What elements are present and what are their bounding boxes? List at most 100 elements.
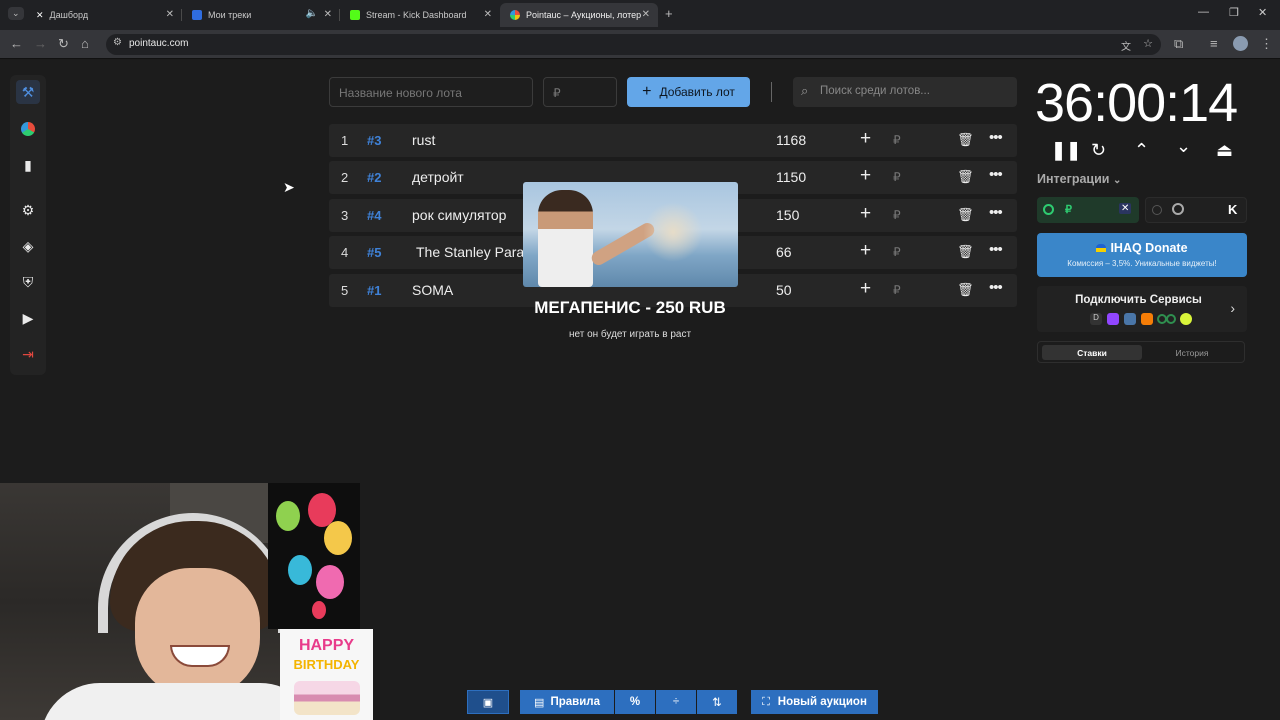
integrations-toggle[interactable]: Интеграции ⌄	[1037, 172, 1121, 186]
tab-dashboard[interactable]: ✕ Дашборд ✕	[26, 3, 182, 27]
timer-double-up-icon[interactable]: ⏏	[1216, 140, 1233, 161]
layers-icon[interactable]: ◈	[16, 234, 40, 258]
home-icon[interactable]: ⌂	[81, 36, 89, 51]
add-amount-icon[interactable]: +	[860, 165, 871, 187]
speaker-icon[interactable]: 🔈	[306, 8, 318, 19]
statistics-chart-icon[interactable]: ▮	[16, 153, 40, 177]
video-play-icon[interactable]: ▶	[16, 306, 40, 330]
tab-search-icon[interactable]: ⌄	[8, 7, 24, 20]
lot-price-input[interactable]: ₽	[543, 77, 617, 107]
close-icon[interactable]: ✕	[484, 9, 492, 20]
close-icon[interactable]: ✕	[324, 9, 332, 20]
lot-amount: 1168	[776, 132, 807, 148]
chevron-down-icon: ⌄	[1112, 175, 1122, 186]
menu-kebab-icon[interactable]: ⋮	[1260, 36, 1273, 52]
settings-gear-icon[interactable]: ⚙	[16, 198, 40, 222]
save-icon: ▣	[482, 696, 494, 709]
close-window-icon[interactable]: ✕	[1258, 6, 1267, 19]
add-amount-icon[interactable]: +	[860, 128, 871, 150]
percent-button[interactable]: %	[615, 690, 655, 714]
tab-pointauc[interactable]: Pointauc – Аукционы, лотерея ✕	[500, 3, 658, 27]
delete-trash-icon[interactable]: 🗑	[957, 244, 974, 260]
sort-button[interactable]: ⇅	[697, 690, 737, 714]
auction-gavel-icon[interactable]: ⚒	[16, 80, 40, 104]
split-button[interactable]: ÷	[656, 690, 696, 714]
pause-icon[interactable]: ❚❚	[1051, 140, 1081, 161]
save-button[interactable]: ▣	[467, 690, 509, 714]
lot-search-input[interactable]: ⌕ Поиск среди лотов...	[793, 77, 1017, 107]
more-options-icon[interactable]: •••	[989, 204, 1003, 221]
connect-services-card[interactable]: Подключить Сервисы D ›	[1037, 286, 1247, 332]
shield-check-icon[interactable]: ⛨	[16, 270, 40, 294]
more-options-icon[interactable]: •••	[989, 129, 1003, 146]
lot-amount-input[interactable]: ₽	[893, 245, 901, 259]
lot-name[interactable]: rust	[412, 132, 435, 148]
delete-trash-icon[interactable]: 🗑	[957, 207, 974, 223]
delete-trash-icon[interactable]: 🗑	[957, 132, 974, 148]
x-logo-icon[interactable]: ✕	[1119, 203, 1132, 214]
lot-amount-input[interactable]: ₽	[893, 170, 901, 184]
lot-name[interactable]: SOMA	[412, 282, 453, 298]
lot-name[interactable]: рок симулятор	[412, 207, 506, 223]
more-options-icon[interactable]: •••	[989, 241, 1003, 258]
new-tab-icon[interactable]: +	[665, 6, 673, 21]
ihaq-title: IHAQ Donate	[1037, 241, 1247, 255]
forward-icon[interactable]: →	[34, 36, 47, 51]
profile-avatar-icon[interactable]	[1233, 36, 1248, 51]
close-icon[interactable]: ✕	[166, 9, 174, 20]
address-bar[interactable]: ⚙ pointauc.com 文 ☆	[106, 34, 1161, 55]
reset-timer-icon[interactable]: ↻	[1091, 140, 1106, 161]
logout-icon[interactable]: ⇥	[16, 342, 40, 366]
extensions-icon[interactable]: ⧉	[1174, 36, 1183, 52]
kick-logo-icon[interactable]: K	[1228, 202, 1237, 217]
media-controls-icon[interactable]: ≡	[1210, 36, 1218, 51]
lot-name[interactable]: The Stanley Para	[416, 244, 524, 260]
search-icon: ⌕	[801, 83, 809, 98]
lot-amount: 150	[776, 207, 800, 223]
bookmark-star-icon[interactable]: ☆	[1143, 37, 1153, 50]
add-lot-button[interactable]: + Добавить лот	[627, 77, 750, 107]
lot-amount: 66	[776, 244, 792, 260]
timer-up-icon[interactable]: ⌃	[1134, 140, 1149, 161]
vk-icon	[1124, 313, 1136, 325]
donatello-icon	[1180, 313, 1192, 325]
lot-id: #5	[367, 245, 382, 260]
more-options-icon[interactable]: •••	[989, 279, 1003, 296]
minimize-icon[interactable]: —	[1198, 6, 1209, 18]
lot-amount-input[interactable]: ₽	[893, 283, 901, 297]
shirt	[40, 683, 320, 720]
lot-amount-input[interactable]: ₽	[893, 133, 901, 147]
ihaq-donate-banner[interactable]: IHAQ Donate Комиссия – 3,5%. Уникальные …	[1037, 233, 1247, 277]
wheel-pie-icon[interactable]	[16, 117, 40, 141]
tab-history[interactable]: История	[1142, 345, 1242, 360]
more-options-icon[interactable]: •••	[989, 166, 1003, 183]
reload-icon[interactable]: ↻	[58, 36, 69, 52]
close-icon[interactable]: ✕	[642, 9, 650, 20]
connect-services-title: Подключить Сервисы	[1075, 294, 1202, 306]
new-lot-name-input[interactable]: Название нового лота	[329, 77, 533, 107]
cake	[294, 681, 360, 715]
tab-kick-dashboard[interactable]: Stream - Kick Dashboard ✕	[340, 3, 500, 27]
back-icon[interactable]: ←	[10, 36, 23, 51]
integration-secondary[interactable]: K	[1145, 197, 1247, 223]
add-amount-icon[interactable]: +	[860, 240, 871, 262]
delete-trash-icon[interactable]: 🗑	[957, 282, 974, 298]
maximize-icon[interactable]: ❐	[1229, 6, 1239, 19]
tab-bets[interactable]: Ставки	[1042, 345, 1142, 360]
rules-button[interactable]: ▤ Правила	[520, 690, 614, 714]
tab-title: Stream - Kick Dashboard	[366, 10, 467, 20]
site-info-icon[interactable]: ⚙	[113, 37, 122, 48]
tab-my-tracks[interactable]: Мои треки 🔈 ✕	[182, 3, 340, 27]
bets-history-tabs: Ставки История	[1037, 341, 1245, 363]
ihaq-subtitle: Комиссия – 3,5%. Уникальные виджеты!	[1067, 259, 1217, 268]
lot-amount-input[interactable]: ₽	[893, 208, 901, 222]
balloons-area	[268, 483, 360, 629]
add-amount-icon[interactable]: +	[860, 278, 871, 300]
translate-icon[interactable]: 文	[1121, 38, 1131, 53]
add-amount-icon[interactable]: +	[860, 203, 871, 225]
integration-donationalerts[interactable]: ₽ ✕	[1037, 197, 1139, 223]
lot-name[interactable]: детройт	[412, 169, 464, 185]
timer-down-icon[interactable]: ⌄	[1176, 136, 1191, 157]
new-auction-button[interactable]: ⛶ Новый аукцион	[751, 690, 878, 714]
delete-trash-icon[interactable]: 🗑	[957, 169, 974, 185]
